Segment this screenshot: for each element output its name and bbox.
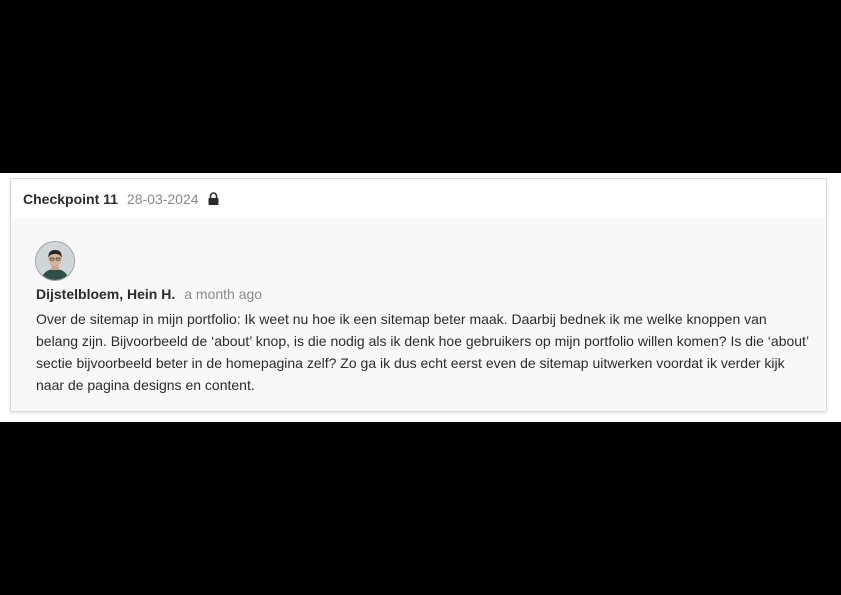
comment-meta: Dijstelbloem, Hein H. a month ago [36, 286, 262, 302]
checkpoint-panel: Checkpoint 11 28-03-2024 Dijstelbloem, H… [0, 173, 841, 422]
checkpoint-title: Checkpoint 11 [23, 190, 118, 207]
user-avatar[interactable] [35, 241, 75, 281]
checkpoint-header: Checkpoint 11 28-03-2024 [11, 179, 826, 218]
comment-text: Over de sitemap in mijn portfolio: Ik we… [36, 311, 809, 393]
checkpoint-card: Checkpoint 11 28-03-2024 Dijstelbloem, H… [10, 178, 827, 412]
checkpoint-date: 28-03-2024 [126, 190, 199, 207]
lock-icon [208, 192, 219, 205]
comment-author[interactable]: Dijstelbloem, Hein H. [36, 286, 175, 302]
comment-time: a month ago [184, 286, 263, 302]
comment-section: Dijstelbloem, Hein H. a month ago Over d… [11, 218, 826, 411]
